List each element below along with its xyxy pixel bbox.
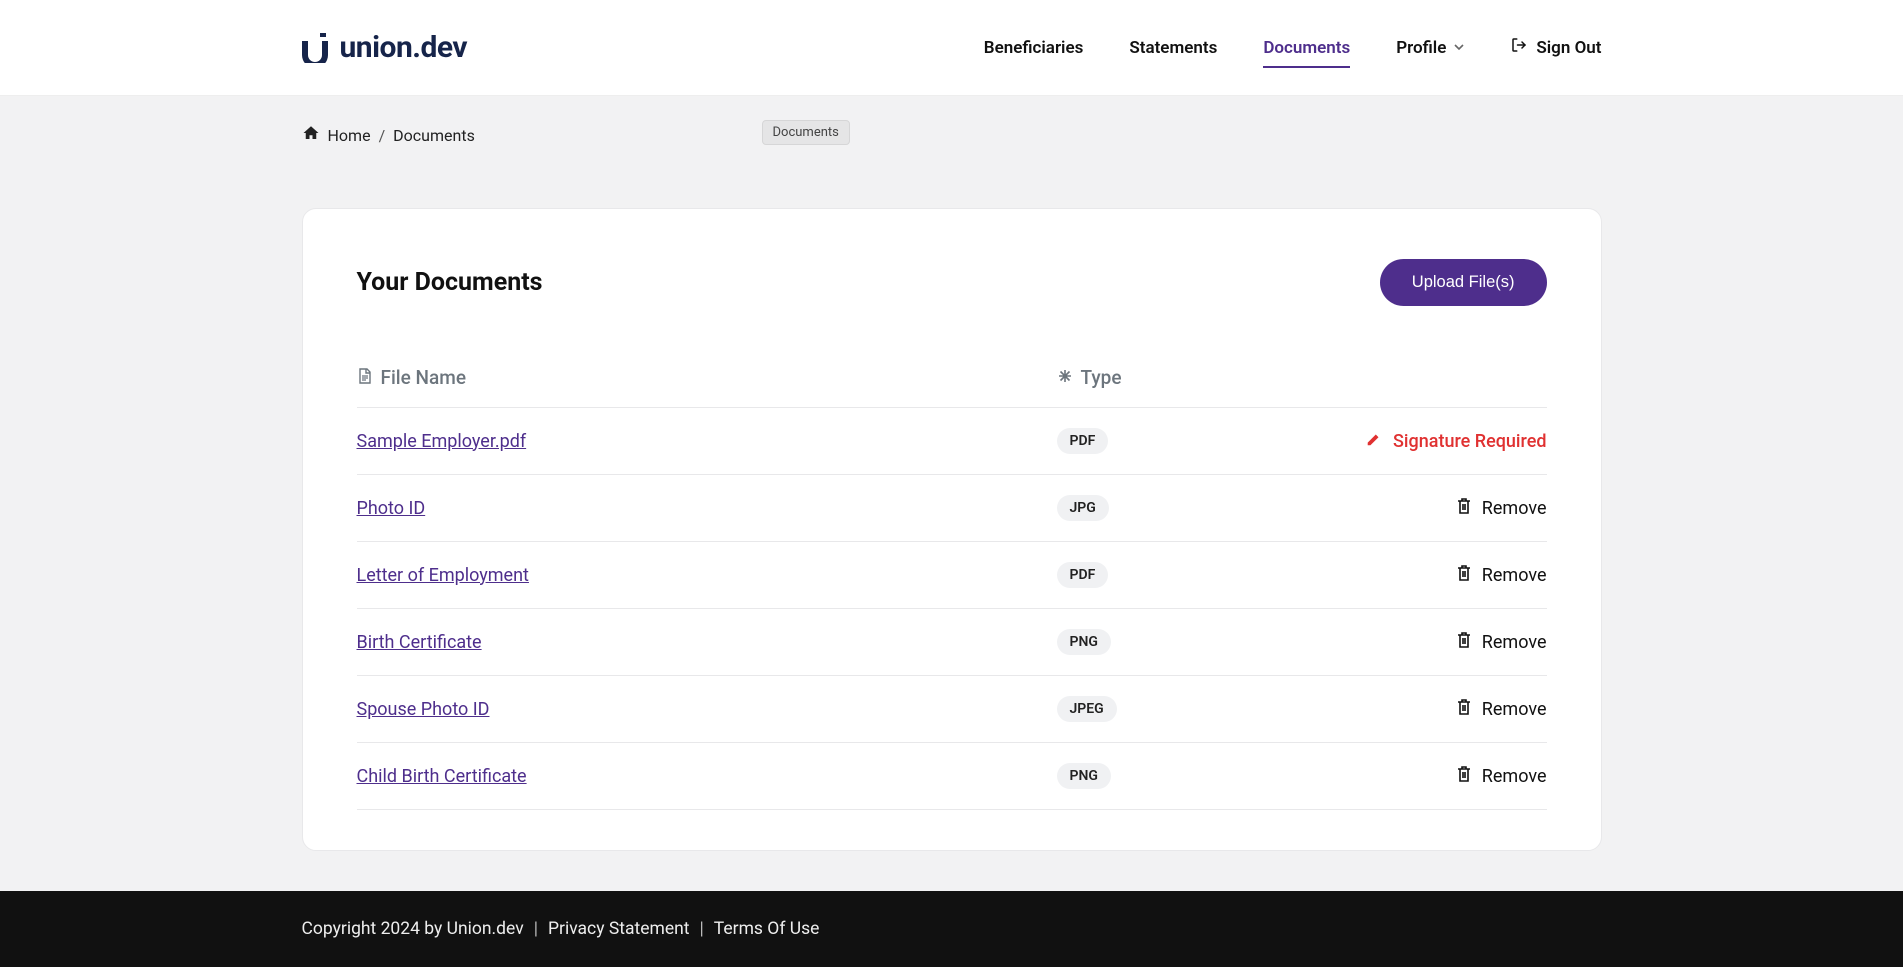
page-title: Your Documents (357, 268, 543, 297)
col-file-label: File Name (381, 366, 467, 389)
footer-copyright: Copyright 2024 by Union.dev (302, 919, 524, 939)
file-type-badge: PDF (1057, 428, 1109, 454)
nav-signout[interactable]: Sign Out (1510, 30, 1601, 65)
breadcrumb: Home / Documents (302, 124, 475, 146)
table-row: Child Birth Certificate PNG Remove (357, 743, 1547, 810)
file-link[interactable]: Letter of Employment (357, 565, 529, 586)
breadcrumb-separator: / (379, 126, 386, 145)
file-link[interactable]: Sample Employer.pdf (357, 431, 527, 452)
file-link[interactable]: Spouse Photo ID (357, 699, 490, 720)
trash-icon (1456, 765, 1472, 788)
remove-link[interactable]: Remove (1317, 698, 1547, 721)
file-link[interactable]: Child Birth Certificate (357, 766, 527, 787)
signature-required-link[interactable]: Signature Required (1317, 430, 1547, 453)
table-header: File Name Type (357, 366, 1547, 408)
row-action: Remove (1317, 765, 1547, 788)
nav-profile[interactable]: Profile (1396, 32, 1464, 64)
brand-name: union.dev (340, 30, 468, 65)
remove-link[interactable]: Remove (1317, 564, 1547, 587)
remove-link[interactable]: Remove (1317, 497, 1547, 520)
row-action: Remove (1317, 631, 1547, 654)
app-header: union.dev Beneficiaries Statements Docum… (0, 0, 1903, 96)
table-row: Photo ID JPG Remove (357, 475, 1547, 542)
file-icon (357, 366, 373, 389)
nav-statements[interactable]: Statements (1129, 32, 1217, 64)
footer-privacy-link[interactable]: Privacy Statement (548, 919, 690, 939)
breadcrumb-current: Documents (393, 126, 475, 145)
brand-logo[interactable]: union.dev (302, 30, 468, 65)
footer-separator: | (700, 919, 704, 939)
file-type-badge: PNG (1057, 763, 1111, 789)
trash-icon (1456, 698, 1472, 721)
trash-icon (1456, 631, 1472, 654)
breadcrumb-home[interactable]: Home (328, 126, 371, 145)
brand-logo-icon (302, 33, 328, 63)
asterisk-icon (1057, 366, 1073, 389)
file-type-badge: PNG (1057, 629, 1111, 655)
footer-terms-link[interactable]: Terms Of Use (714, 919, 820, 939)
documents-card: Your Documents Upload File(s) File Name (302, 208, 1602, 851)
row-action: Remove (1317, 698, 1547, 721)
upload-files-button[interactable]: Upload File(s) (1380, 259, 1547, 306)
documents-table: File Name Type Sample Employer.pdf PDF S… (357, 366, 1547, 810)
row-action: Remove (1317, 564, 1547, 587)
nav-documents[interactable]: Documents (1263, 32, 1350, 64)
signature-icon (1365, 430, 1383, 453)
table-row: Birth Certificate PNG Remove (357, 609, 1547, 676)
footer-separator: | (534, 919, 538, 939)
table-row: Spouse Photo ID JPEG Remove (357, 676, 1547, 743)
col-type-label: Type (1081, 366, 1122, 389)
chevron-down-icon (1454, 41, 1464, 55)
remove-link[interactable]: Remove (1317, 765, 1547, 788)
trash-icon (1456, 564, 1472, 587)
tooltip-badge: Documents (762, 120, 850, 145)
table-row: Sample Employer.pdf PDF Signature Requir… (357, 408, 1547, 475)
row-action: Signature Required (1317, 430, 1547, 453)
nav-beneficiaries[interactable]: Beneficiaries (984, 32, 1084, 64)
file-type-badge: JPG (1057, 495, 1109, 521)
trash-icon (1456, 497, 1472, 520)
home-icon (302, 124, 320, 146)
file-link[interactable]: Photo ID (357, 498, 426, 519)
row-action: Remove (1317, 497, 1547, 520)
app-footer: Copyright 2024 by Union.dev | Privacy St… (0, 891, 1903, 967)
file-type-badge: JPEG (1057, 696, 1117, 722)
signout-icon (1510, 36, 1528, 59)
remove-link[interactable]: Remove (1317, 631, 1547, 654)
file-type-badge: PDF (1057, 562, 1109, 588)
table-row: Letter of Employment PDF Remove (357, 542, 1547, 609)
main-nav: Beneficiaries Statements Documents Profi… (984, 30, 1602, 65)
breadcrumb-row: Home / Documents Documents (302, 96, 1602, 166)
file-link[interactable]: Birth Certificate (357, 632, 482, 653)
